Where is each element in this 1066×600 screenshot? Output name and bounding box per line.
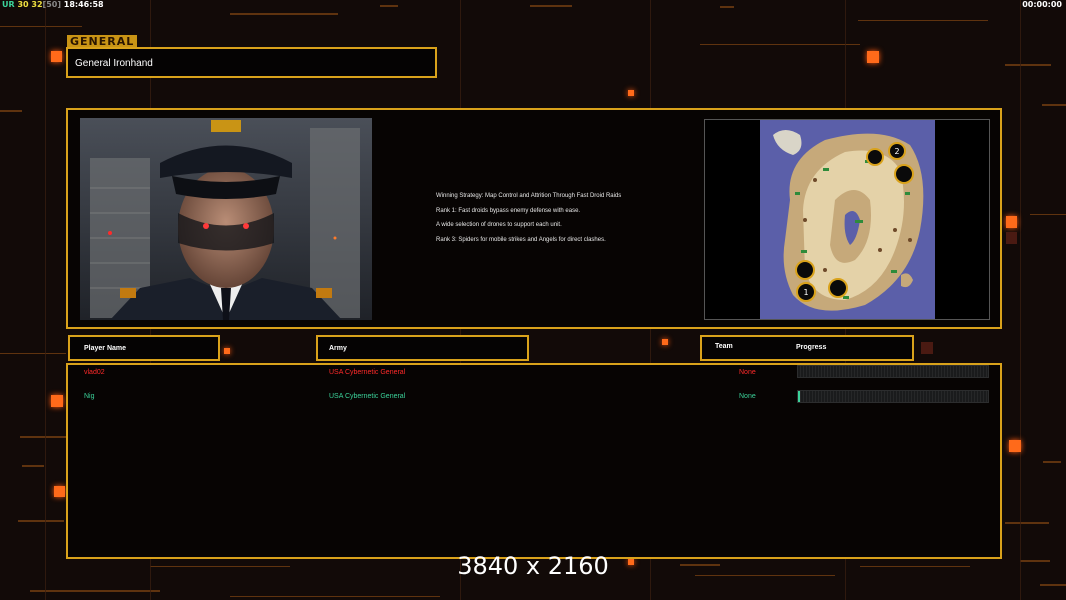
army-header-box [316,335,529,361]
ur-label: UR [2,0,15,9]
army-header: Army [329,345,347,352]
player-name: Nig [84,393,95,400]
fps-target: 32 [31,0,43,9]
strategy-line: Winning Strategy: Map Control and Attrit… [436,193,622,199]
general-name-box: General Ironhand [66,47,437,78]
general-name: General Ironhand [75,58,153,69]
strategy-text: Winning Strategy: Map Control and Attrit… [436,193,621,251]
player-name-header: Player Name [84,345,127,352]
resolution-caption: 3840 x 2160 [457,552,609,580]
player-team: None [739,393,756,400]
clock: 18:46:58 [63,0,104,9]
player-progress-fill [798,391,800,402]
player-progress-bar [797,365,989,378]
player-name: vlad02 [84,369,105,376]
team-header: Team [715,343,733,350]
start-position-1: 1 [803,288,808,297]
player-army: USA Cybernetic General [329,393,406,400]
fps-readout: UR 30 32[50] 18:46:58 [2,0,104,9]
general-portrait [80,118,372,320]
fps-limit: [50] [42,0,61,9]
game-timer: 00:00:00 [1022,0,1062,9]
map-preview: 2 1 [704,119,990,320]
player-progress-bar [797,390,989,403]
player-team: None [739,369,756,376]
strategy-line: Rank 3: Spiders for mobile strikes and A… [436,236,606,243]
strategy-line: A wide selection of drones to support ea… [436,222,562,228]
fps-current: 30 [17,0,29,9]
player-army: USA Cybernetic General [329,369,406,376]
progress-header: Progress [796,344,827,351]
strategy-line: Rank 1: Fast droids bypass enemy defense… [436,207,581,214]
start-position-2: 2 [894,147,899,156]
